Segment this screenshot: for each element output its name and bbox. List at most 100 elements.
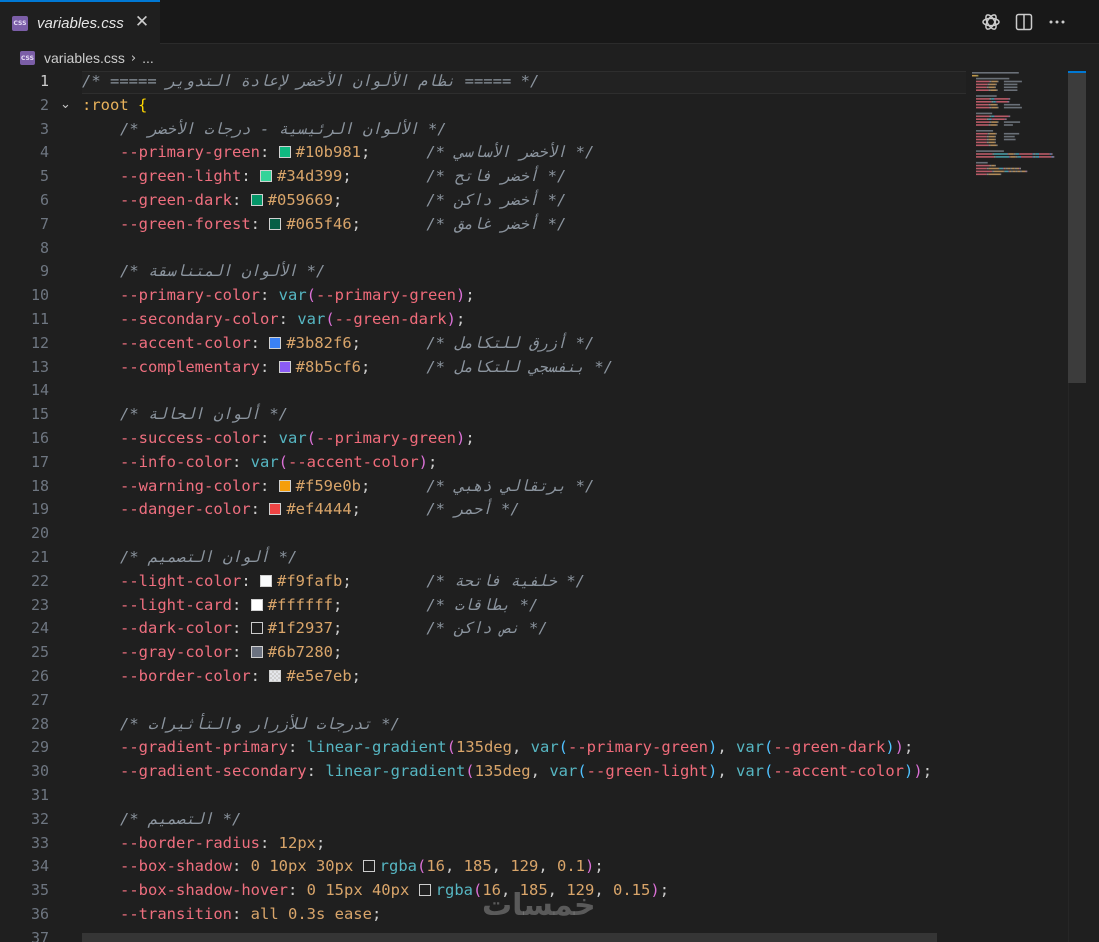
minimap-token: [988, 144, 991, 147]
code-line[interactable]: 20: [0, 522, 968, 546]
code-punctuation: [353, 857, 362, 875]
code-line[interactable]: 13 --complementary: #8b5cf6; /* بنفسجي لل…: [0, 356, 968, 380]
code-line[interactable]: 5 --green-light: #34d399; /* أخضر فاتح */: [0, 165, 968, 189]
code-editor[interactable]: 1 /* ===== نظام الألوان الأخضر لإعادة الت…: [0, 71, 968, 942]
minimap[interactable]: [968, 71, 1068, 942]
minimap-token: [995, 156, 1010, 158]
code-line[interactable]: 11 --secondary-color: var(--green-dark);: [0, 308, 968, 332]
close-icon[interactable]: ✕: [133, 13, 151, 31]
code-punctuation: :: [250, 333, 270, 352]
code-line[interactable]: 16 --success-color: var(--primary-green);: [0, 427, 968, 451]
minimap-token: [1003, 106, 1022, 109]
code-line[interactable]: 9 /* الألوان المتناسقة */: [0, 260, 968, 284]
code-line[interactable]: 14: [0, 379, 968, 403]
color-swatch-icon[interactable]: [260, 574, 272, 587]
tab-bar: CSS variables.css ✕: [0, 0, 1099, 44]
minimap-token: [989, 98, 992, 100]
minimap-token: [1015, 156, 1018, 158]
code-line[interactable]: 19 --danger-color: #ef4444; /* أحمر */: [0, 498, 968, 522]
code-line[interactable]: 23 --light-card: #ffffff; /* بطاقات */: [0, 594, 968, 618]
code-line[interactable]: 8: [0, 237, 968, 261]
vertical-scrollbar-thumb[interactable]: [1068, 71, 1086, 383]
code-line[interactable]: 21 /* ألوان التصميم */: [0, 546, 968, 570]
horizontal-scrollbar-thumb[interactable]: [82, 933, 937, 942]
minimap-token: [994, 164, 996, 167]
split-editor-icon[interactable]: [1014, 12, 1034, 32]
code-content: --primary-color: var(--primary-green);: [120, 284, 475, 306]
code-line[interactable]: 31: [0, 784, 968, 808]
more-actions-icon[interactable]: [1047, 12, 1067, 32]
color-swatch-icon[interactable]: [250, 194, 263, 206]
color-value: #ffffff: [267, 595, 333, 614]
code-line[interactable]: 25 --gray-color: #6b7280;: [0, 641, 968, 665]
code-line[interactable]: 32 /* التصميم */: [0, 808, 968, 832]
code-content: :root {: [82, 94, 147, 116]
code-line[interactable]: 17 --info-color: var(--accent-color);: [0, 451, 968, 475]
code-line[interactable]: 33 --border-radius: 12px;: [0, 832, 968, 856]
line-number: 26: [30, 667, 49, 685]
code-line[interactable]: 15 /* ألوان الحالة */: [0, 403, 968, 427]
code-line[interactable]: 2 ⌄:root {: [0, 94, 968, 118]
code-punctuation: :: [287, 881, 307, 900]
openai-icon[interactable]: [981, 12, 1001, 32]
color-swatch-icon[interactable]: [269, 670, 282, 682]
color-swatch-icon[interactable]: [278, 479, 291, 492]
fold-chevron-icon[interactable]: ⌄: [60, 94, 76, 116]
code-paren: (: [465, 762, 475, 781]
minimap-token: [996, 144, 998, 147]
minimap-token: [994, 141, 996, 144]
color-swatch-icon[interactable]: [278, 146, 291, 159]
code-line[interactable]: 27: [0, 689, 968, 713]
code-line[interactable]: 18 --warning-color: #f59e0b; /* برتقالي ذ…: [0, 475, 968, 499]
code-content: --light-color: #f9fafb; /* خلفية فاتحة *…: [120, 570, 585, 592]
color-swatch-icon[interactable]: [250, 646, 263, 659]
color-swatch-icon[interactable]: [269, 336, 282, 349]
code-line[interactable]: 4 --primary-green: #10b981; /* الأخضر الأ…: [0, 141, 968, 165]
color-swatch-icon[interactable]: [250, 598, 263, 611]
code-paren: (: [558, 738, 568, 757]
tab-variables-css[interactable]: CSS variables.css ✕: [0, 0, 160, 44]
code-punctuation: :: [278, 310, 298, 328]
code-content: --gray-color: #6b7280;: [120, 641, 342, 663]
minimap-token: [988, 89, 991, 91]
code-line[interactable]: 24 --dark-color: #1f2937; /* نص داكن */: [0, 617, 968, 641]
code-line[interactable]: 3 /* الألوان الرئيسية - درجات الأخضر */: [0, 118, 968, 142]
numeric-value: 12px: [278, 833, 316, 852]
code-punctuation: :: [259, 429, 279, 447]
code-line[interactable]: 12 --accent-color: #3b82f6; /* أزرق للتكا…: [0, 332, 968, 356]
code-line[interactable]: 30 --gradient-secondary: linear-gradient(…: [0, 760, 968, 784]
css-function: var: [530, 738, 559, 757]
color-swatch-icon[interactable]: [269, 217, 282, 230]
code-punctuation: :: [259, 286, 279, 305]
numeric-value: 0.1: [557, 857, 586, 876]
code-line[interactable]: 6 --green-dark: #059669; /* أخضر داكن */: [0, 189, 968, 213]
code-line[interactable]: 22 --light-color: #f9fafb; /* خلفية فاتحة…: [0, 570, 968, 594]
color-value: #6b7280: [267, 643, 333, 662]
color-swatch-icon[interactable]: [362, 860, 375, 873]
breadcrumb-symbols[interactable]: ...: [142, 50, 154, 66]
color-swatch-icon[interactable]: [250, 622, 263, 635]
code-line[interactable]: 7 --green-forest: #065f46; /* أخضر غامق *…: [0, 213, 968, 237]
code-line[interactable]: 29 --gradient-primary: linear-gradient(13…: [0, 736, 968, 760]
code-line[interactable]: 26 --border-color: #e5e7eb;: [0, 665, 968, 689]
minimap-token: [976, 170, 993, 173]
css-property: --box-shadow-hover: [120, 881, 288, 900]
code-content: --warning-color: #f59e0b; /* برتقالي ذهب…: [120, 475, 594, 497]
code-line[interactable]: 34 --box-shadow: 0 10px 30px rgba(16, 185…: [0, 855, 968, 879]
code-line[interactable]: 28 /* تدرجات للأزرار والتأثيرات */: [0, 713, 968, 737]
code-punctuation: [409, 881, 418, 899]
code-comment: /* برتقالي ذهبي */: [426, 476, 595, 495]
code-line[interactable]: 10 --primary-color: var(--primary-green);: [0, 284, 968, 308]
code-comment: /* بطاقات */: [426, 595, 539, 614]
color-value: #065f46: [286, 214, 352, 233]
color-swatch-icon[interactable]: [418, 884, 431, 897]
color-swatch-icon[interactable]: [278, 360, 291, 373]
color-swatch-icon[interactable]: [269, 503, 282, 516]
breadcrumb-file[interactable]: variables.css: [44, 50, 125, 66]
color-swatch-icon[interactable]: [260, 170, 272, 183]
keyword-value: all 0.3s ease: [250, 905, 372, 923]
code-content: --gradient-secondary: linear-gradient(13…: [120, 760, 932, 782]
code-paren: (: [446, 738, 456, 757]
code-line[interactable]: 1 /* ===== نظام الألوان الأخضر لإعادة الت…: [0, 71, 968, 94]
minimap-token: [989, 80, 992, 83]
